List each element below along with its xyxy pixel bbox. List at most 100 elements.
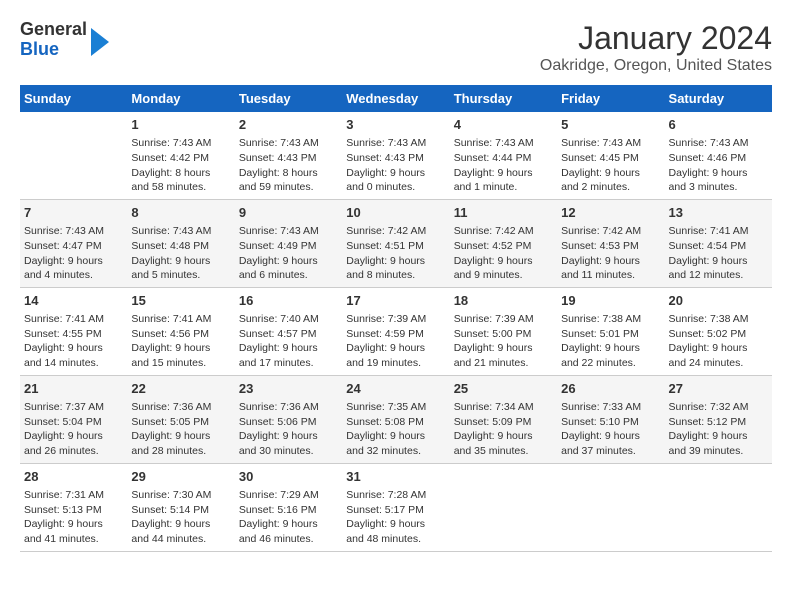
- day-info: Sunrise: 7:43 AMSunset: 4:46 PMDaylight:…: [669, 136, 768, 195]
- day-info: Sunrise: 7:37 AMSunset: 5:04 PMDaylight:…: [24, 400, 123, 459]
- day-info: Sunrise: 7:30 AMSunset: 5:14 PMDaylight:…: [131, 488, 230, 547]
- calendar-cell: 26Sunrise: 7:33 AMSunset: 5:10 PMDayligh…: [557, 375, 664, 463]
- day-info: Sunrise: 7:43 AMSunset: 4:47 PMDaylight:…: [24, 224, 123, 283]
- day-info: Sunrise: 7:38 AMSunset: 5:01 PMDaylight:…: [561, 312, 660, 371]
- calendar-cell: 17Sunrise: 7:39 AMSunset: 4:59 PMDayligh…: [342, 287, 449, 375]
- day-info: Sunrise: 7:43 AMSunset: 4:42 PMDaylight:…: [131, 136, 230, 195]
- calendar-cell: 9 Sunrise: 7:43 AMSunset: 4:49 PMDaylight…: [235, 199, 342, 287]
- calendar-week-row: 14 Sunrise: 7:41 AMSunset: 4:55 PMDayligh…: [20, 287, 772, 375]
- day-info: Sunrise: 7:39 AMSunset: 5:00 PMDaylight:…: [454, 312, 553, 371]
- day-number: 20: [669, 292, 768, 310]
- day-number: 13: [669, 204, 768, 222]
- day-info: Sunrise: 7:34 AMSunset: 5:09 PMDaylight:…: [454, 400, 553, 459]
- calendar-week-row: 21 Sunrise: 7:37 AMSunset: 5:04 PMDayligh…: [20, 375, 772, 463]
- weekday-header: Thursday: [450, 85, 557, 112]
- calendar-cell: 15 Sunrise: 7:41 AMSunset: 4:56 PMDayligh…: [127, 287, 234, 375]
- day-info: Sunrise: 7:43 AMSunset: 4:45 PMDaylight:…: [561, 136, 660, 195]
- day-number: 15: [131, 292, 230, 310]
- calendar-cell: 20 Sunrise: 7:38 AMSunset: 5:02 PMDayligh…: [665, 287, 772, 375]
- day-info: Sunrise: 7:42 AMSunset: 4:51 PMDaylight:…: [346, 224, 445, 283]
- day-number: 11: [454, 204, 553, 222]
- weekday-header: Wednesday: [342, 85, 449, 112]
- day-number: 29: [131, 468, 230, 486]
- weekday-header: Sunday: [20, 85, 127, 112]
- logo-blue: Blue: [20, 40, 87, 60]
- calendar-week-row: 1Sunrise: 7:43 AMSunset: 4:42 PMDaylight…: [20, 112, 772, 199]
- day-info: Sunrise: 7:29 AMSunset: 5:16 PMDaylight:…: [239, 488, 338, 547]
- calendar-cell: 27 Sunrise: 7:32 AMSunset: 5:12 PMDayligh…: [665, 375, 772, 463]
- calendar-cell: 18 Sunrise: 7:39 AMSunset: 5:00 PMDayligh…: [450, 287, 557, 375]
- weekday-header: Tuesday: [235, 85, 342, 112]
- calendar-header-row: SundayMondayTuesdayWednesdayThursdayFrid…: [20, 85, 772, 112]
- day-info: Sunrise: 7:36 AMSunset: 5:05 PMDaylight:…: [131, 400, 230, 459]
- page-header: General Blue January 2024 Oakridge, Oreg…: [20, 20, 772, 75]
- day-info: Sunrise: 7:36 AMSunset: 5:06 PMDaylight:…: [239, 400, 338, 459]
- day-info: Sunrise: 7:42 AMSunset: 4:53 PMDaylight:…: [561, 224, 660, 283]
- calendar-cell: 24 Sunrise: 7:35 AMSunset: 5:08 PMDayligh…: [342, 375, 449, 463]
- logo: General Blue: [20, 20, 109, 60]
- day-info: Sunrise: 7:35 AMSunset: 5:08 PMDaylight:…: [346, 400, 445, 459]
- day-number: 18: [454, 292, 553, 310]
- day-info: Sunrise: 7:43 AMSunset: 4:43 PMDaylight:…: [346, 136, 445, 195]
- calendar-cell: 10Sunrise: 7:42 AMSunset: 4:51 PMDayligh…: [342, 199, 449, 287]
- calendar-cell: 13Sunrise: 7:41 AMSunset: 4:54 PMDayligh…: [665, 199, 772, 287]
- weekday-header: Friday: [557, 85, 664, 112]
- calendar-week-row: 7 Sunrise: 7:43 AMSunset: 4:47 PMDaylight…: [20, 199, 772, 287]
- calendar-cell: 7 Sunrise: 7:43 AMSunset: 4:47 PMDaylight…: [20, 199, 127, 287]
- day-info: Sunrise: 7:28 AMSunset: 5:17 PMDaylight:…: [346, 488, 445, 547]
- day-number: 16: [239, 292, 338, 310]
- weekday-header: Monday: [127, 85, 234, 112]
- calendar-cell: 2Sunrise: 7:43 AMSunset: 4:43 PMDaylight…: [235, 112, 342, 199]
- calendar-cell: 23Sunrise: 7:36 AMSunset: 5:06 PMDayligh…: [235, 375, 342, 463]
- day-number: 19: [561, 292, 660, 310]
- day-number: 7: [24, 204, 123, 222]
- day-number: 5: [561, 116, 660, 134]
- calendar-subtitle: Oakridge, Oregon, United States: [540, 57, 772, 75]
- calendar-title: January 2024: [540, 20, 772, 57]
- day-number: 21: [24, 380, 123, 398]
- day-info: Sunrise: 7:43 AMSunset: 4:43 PMDaylight:…: [239, 136, 338, 195]
- calendar-cell: 8Sunrise: 7:43 AMSunset: 4:48 PMDaylight…: [127, 199, 234, 287]
- day-info: Sunrise: 7:41 AMSunset: 4:56 PMDaylight:…: [131, 312, 230, 371]
- calendar-cell: 4Sunrise: 7:43 AMSunset: 4:44 PMDaylight…: [450, 112, 557, 199]
- day-number: 27: [669, 380, 768, 398]
- calendar-cell: 1Sunrise: 7:43 AMSunset: 4:42 PMDaylight…: [127, 112, 234, 199]
- calendar-cell: 16Sunrise: 7:40 AMSunset: 4:57 PMDayligh…: [235, 287, 342, 375]
- day-info: Sunrise: 7:32 AMSunset: 5:12 PMDaylight:…: [669, 400, 768, 459]
- calendar-cell: 28 Sunrise: 7:31 AMSunset: 5:13 PMDayligh…: [20, 463, 127, 551]
- calendar-cell: [665, 463, 772, 551]
- day-info: Sunrise: 7:38 AMSunset: 5:02 PMDaylight:…: [669, 312, 768, 371]
- calendar-cell: 21 Sunrise: 7:37 AMSunset: 5:04 PMDayligh…: [20, 375, 127, 463]
- day-number: 25: [454, 380, 553, 398]
- day-number: 30: [239, 468, 338, 486]
- calendar-cell: 22 Sunrise: 7:36 AMSunset: 5:05 PMDayligh…: [127, 375, 234, 463]
- day-info: Sunrise: 7:31 AMSunset: 5:13 PMDaylight:…: [24, 488, 123, 547]
- calendar-cell: [557, 463, 664, 551]
- day-number: 14: [24, 292, 123, 310]
- day-info: Sunrise: 7:42 AMSunset: 4:52 PMDaylight:…: [454, 224, 553, 283]
- calendar-cell: 5 Sunrise: 7:43 AMSunset: 4:45 PMDaylight…: [557, 112, 664, 199]
- calendar-week-row: 28 Sunrise: 7:31 AMSunset: 5:13 PMDayligh…: [20, 463, 772, 551]
- day-number: 6: [669, 116, 768, 134]
- calendar-cell: 14 Sunrise: 7:41 AMSunset: 4:55 PMDayligh…: [20, 287, 127, 375]
- day-number: 24: [346, 380, 445, 398]
- calendar-cell: 25 Sunrise: 7:34 AMSunset: 5:09 PMDayligh…: [450, 375, 557, 463]
- calendar-cell: [20, 112, 127, 199]
- weekday-header: Saturday: [665, 85, 772, 112]
- calendar-cell: 29 Sunrise: 7:30 AMSunset: 5:14 PMDayligh…: [127, 463, 234, 551]
- day-number: 3: [346, 116, 445, 134]
- day-info: Sunrise: 7:43 AMSunset: 4:49 PMDaylight:…: [239, 224, 338, 283]
- day-number: 9: [239, 204, 338, 222]
- calendar-cell: 3 Sunrise: 7:43 AMSunset: 4:43 PMDaylight…: [342, 112, 449, 199]
- calendar-cell: 31 Sunrise: 7:28 AMSunset: 5:17 PMDayligh…: [342, 463, 449, 551]
- calendar-cell: 6 Sunrise: 7:43 AMSunset: 4:46 PMDaylight…: [665, 112, 772, 199]
- calendar-cell: 11 Sunrise: 7:42 AMSunset: 4:52 PMDayligh…: [450, 199, 557, 287]
- day-number: 12: [561, 204, 660, 222]
- day-number: 28: [24, 468, 123, 486]
- logo-general: General: [20, 20, 87, 40]
- day-info: Sunrise: 7:41 AMSunset: 4:55 PMDaylight:…: [24, 312, 123, 371]
- day-number: 22: [131, 380, 230, 398]
- day-number: 31: [346, 468, 445, 486]
- title-block: January 2024 Oakridge, Oregon, United St…: [540, 20, 772, 75]
- day-info: Sunrise: 7:43 AMSunset: 4:44 PMDaylight:…: [454, 136, 553, 195]
